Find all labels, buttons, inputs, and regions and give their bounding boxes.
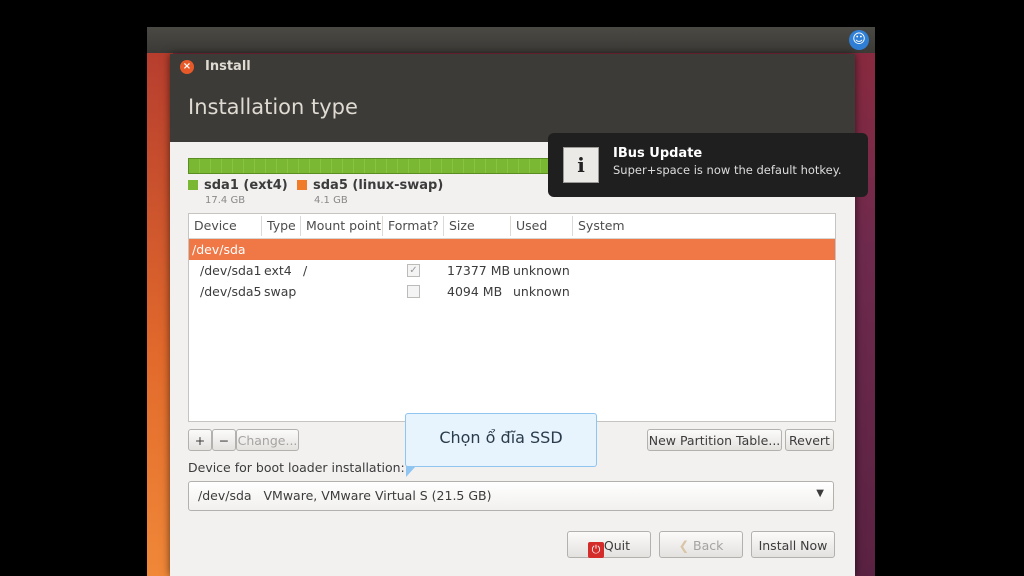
- table-row-disk[interactable]: /dev/sda: [189, 239, 835, 260]
- row-device: /dev/sda1: [200, 263, 262, 278]
- boot-loader-select[interactable]: /dev/sda VMware, VMware Virtual S (21.5 …: [188, 481, 834, 511]
- legend-label: sda1 (ext4): [204, 178, 288, 193]
- column-used[interactable]: Used: [511, 218, 547, 233]
- green-swatch-icon: [188, 180, 198, 190]
- orange-swatch-icon: [297, 180, 307, 190]
- disk-label: /dev/sda: [192, 242, 246, 257]
- column-size[interactable]: Size: [444, 218, 475, 233]
- format-checkbox[interactable]: ✓: [407, 264, 420, 277]
- back-label: Back: [693, 538, 724, 553]
- row-size: 17377 MB: [447, 263, 511, 278]
- revert-button[interactable]: Revert: [785, 429, 834, 451]
- row-mount: /: [303, 263, 308, 278]
- window-title: Install: [205, 59, 251, 74]
- back-button[interactable]: ❮ Back: [659, 531, 743, 558]
- change-partition-button[interactable]: Change...: [236, 429, 299, 451]
- legend-size: 17.4 GB: [205, 195, 246, 206]
- add-partition-button[interactable]: +: [188, 429, 212, 451]
- boot-device: /dev/sda VMware, VMware Virtual S (21.5 …: [198, 488, 492, 503]
- page-title: Installation type: [188, 95, 358, 119]
- install-now-button[interactable]: Install Now: [751, 531, 835, 558]
- boot-loader-label: Device for boot loader installation:: [188, 460, 405, 475]
- table-header: Device Type Mount point Format? Size Use…: [189, 214, 835, 239]
- row-size: 4094 MB: [447, 284, 503, 299]
- callout-text: Chọn ổ đĩa SSD: [439, 428, 563, 447]
- notification-bubble: i IBus Update Super+space is now the def…: [548, 133, 868, 197]
- column-system[interactable]: System: [573, 218, 625, 233]
- column-type[interactable]: Type: [262, 218, 296, 233]
- accessibility-icon[interactable]: ☺: [849, 30, 869, 50]
- column-mount[interactable]: Mount point: [301, 218, 381, 233]
- quit-button[interactable]: ⏻ Quit: [567, 531, 651, 558]
- row-used: unknown: [513, 284, 570, 299]
- table-row[interactable]: /dev/sda5 swap 4094 MB unknown: [189, 281, 835, 302]
- legend-item-sda1: sda1 (ext4) 17.4 GB: [188, 178, 288, 206]
- title-bar: × Install: [170, 54, 855, 80]
- remove-partition-button[interactable]: −: [212, 429, 236, 451]
- legend-item-sda5: sda5 (linux-swap) 4.1 GB: [297, 178, 443, 206]
- column-format[interactable]: Format?: [383, 218, 439, 233]
- row-type: swap: [264, 284, 297, 299]
- legend-label: sda5 (linux-swap): [313, 178, 444, 193]
- partition-table[interactable]: Device Type Mount point Format? Size Use…: [188, 213, 836, 422]
- format-checkbox[interactable]: [407, 285, 420, 298]
- annotation-callout: Chọn ổ đĩa SSD: [405, 413, 597, 477]
- close-icon[interactable]: ×: [180, 60, 194, 74]
- power-icon: ⏻: [587, 542, 604, 558]
- info-icon: i: [563, 147, 599, 183]
- callout-tail: [406, 466, 416, 477]
- row-device: /dev/sda5: [200, 284, 262, 299]
- chevron-down-icon: ▼: [816, 488, 824, 499]
- table-row[interactable]: /dev/sda1 ext4 / ✓ 17377 MB unknown: [189, 260, 835, 281]
- back-arrow-icon: ❮: [678, 538, 690, 553]
- notification-title: IBus Update: [613, 146, 703, 161]
- legend-size: 4.1 GB: [314, 195, 348, 206]
- quit-label: Quit: [603, 538, 631, 553]
- column-device[interactable]: Device: [189, 218, 237, 233]
- notification-body: Super+space is now the default hotkey.: [613, 163, 842, 177]
- row-type: ext4: [264, 263, 292, 278]
- row-used: unknown: [513, 263, 570, 278]
- new-partition-table-button[interactable]: New Partition Table...: [647, 429, 782, 451]
- top-panel: ☺: [147, 27, 875, 53]
